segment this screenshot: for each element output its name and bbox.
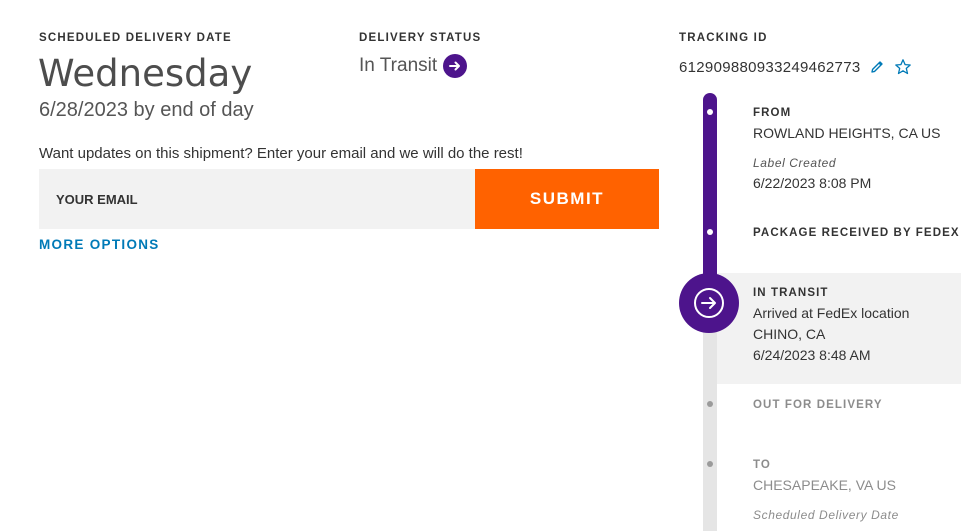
pencil-icon[interactable] — [867, 57, 887, 77]
delivery-status-label: DELIVERY STATUS — [359, 32, 482, 44]
delivery-day: Wednesday — [38, 52, 253, 95]
arrow-right-circle-icon — [694, 288, 724, 318]
timeline-dot-out-for-delivery — [707, 401, 713, 407]
scheduled-delivery-label: SCHEDULED DELIVERY DATE — [39, 32, 232, 44]
timeline-in-transit-location: CHINO, CA — [753, 326, 826, 342]
timeline-from-sublabel: Label Created — [753, 156, 837, 170]
more-options-link[interactable]: MORE OPTIONS — [39, 237, 160, 252]
timeline-to-location: CHESAPEAKE, VA US — [753, 477, 896, 493]
timeline-in-transit-event: Arrived at FedEx location — [753, 305, 910, 321]
delivery-status-value: In Transit — [359, 55, 438, 76]
timeline-in-transit-title: IN TRANSIT — [753, 287, 829, 299]
tracking-id-value: 612909880933249462773 — [679, 58, 861, 76]
delivery-date: 6/28/2023 by end of day — [39, 99, 254, 121]
timeline-dot-to — [707, 461, 713, 467]
star-icon[interactable] — [893, 57, 913, 77]
timeline-from-datetime: 6/22/2023 8:08 PM — [753, 175, 872, 191]
delivery-status: In Transit — [359, 54, 468, 78]
tracking-id-row: 612909880933249462773 — [679, 57, 913, 77]
timeline-to-title: TO — [753, 459, 771, 471]
timeline-in-transit-datetime: 6/24/2023 8:48 AM — [753, 347, 871, 363]
arrow-right-circle-icon — [443, 54, 468, 78]
email-updates-prompt: Want updates on this shipment? Enter you… — [39, 145, 523, 162]
email-field-container — [39, 169, 475, 229]
timeline-from-location: ROWLAND HEIGHTS, CA US — [753, 125, 941, 141]
timeline-dot-from — [707, 109, 713, 115]
timeline-to-sublabel: Scheduled Delivery Date — [753, 508, 899, 522]
tracking-id-label: TRACKING ID — [679, 32, 768, 44]
timeline-out-for-delivery-title: OUT FOR DELIVERY — [753, 399, 883, 411]
submit-button[interactable]: SUBMIT — [475, 169, 659, 229]
timeline-received-title: PACKAGE RECEIVED BY FEDEX — [753, 227, 960, 239]
in-transit-marker — [679, 273, 739, 333]
timeline-from-title: FROM — [753, 107, 792, 119]
email-field[interactable] — [54, 190, 458, 208]
timeline-dot-received — [707, 229, 713, 235]
